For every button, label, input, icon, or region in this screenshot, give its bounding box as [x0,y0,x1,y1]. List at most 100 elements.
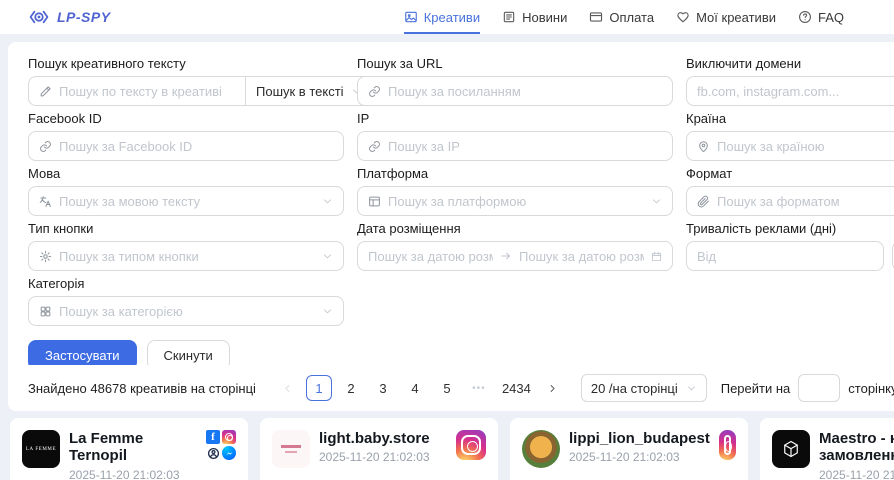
per-page-select[interactable]: 20 /на сторінці [581,374,707,402]
field-button-type: Тип кнопки [28,221,344,271]
creative-text-input[interactable] [59,84,235,99]
chevron-right-icon [547,383,558,394]
platform-select[interactable] [357,186,673,216]
country-inputwrap [686,131,894,161]
nav-label: Креативи [424,10,480,25]
field-exclude-domains: Виключити домени [686,56,894,106]
category-input[interactable] [59,304,315,319]
pagination-prev-button[interactable] [276,375,300,401]
avatar [772,430,810,468]
grid-icon [39,305,52,318]
main-nav: Креативи Новини Оплата Мої креативи FAQ [404,0,844,34]
nav-label: Мої креативи [696,10,776,25]
nav-item-faq[interactable]: FAQ [798,0,844,34]
platform-icon [368,195,381,208]
facebook-id-input[interactable] [59,139,333,154]
top-navbar: LP-SPY Креативи Новини Оплата Мої креати… [0,0,894,34]
brand-name: LP-SPY [57,9,111,25]
instagram-icon [222,430,236,444]
format-inputwrap [686,186,894,216]
language-input[interactable] [59,194,315,209]
per-page-value: 20 /на сторінці [591,381,678,396]
nav-label: Новини [522,10,567,25]
field-language: Мова [28,166,344,216]
nav-item-news[interactable]: Новини [502,0,567,34]
text-search-mode-select[interactable]: Пошук в тексті [245,76,373,106]
card-title: La Femme Ternopil [69,430,197,465]
url-input[interactable] [388,84,662,99]
pagination-page-4[interactable]: 4 [402,375,428,401]
country-label: Країна [686,111,894,126]
ip-inputwrap [357,131,673,161]
field-duration: Тривалість реклами (дні) [686,221,894,271]
exclude-domains-label: Виключити домени [686,56,894,71]
ip-label: IP [357,111,673,126]
pagination-last-page[interactable]: 2434 [498,375,535,401]
instagram-icon [456,430,486,460]
pagination-ellipsis[interactable]: ••• [466,375,492,401]
field-url: Пошук за URL [357,56,673,106]
audience-network-icon [206,446,220,460]
link-icon [368,85,381,98]
language-select[interactable] [28,186,344,216]
country-input[interactable] [717,139,894,154]
duration-from-input[interactable] [697,249,873,264]
card-date: 2025-11-20 21:02:03 [319,450,430,464]
url-label: Пошук за URL [357,56,673,71]
ip-input[interactable] [388,139,662,154]
language-label: Мова [28,166,344,181]
placement-date-to-input[interactable] [519,249,644,264]
nav-item-payment[interactable]: Оплата [589,0,654,34]
card-date: 2025-11-20 21:02:03 [69,468,197,480]
pagination-page-5[interactable]: 5 [434,375,460,401]
button-type-select[interactable] [28,241,344,271]
placement-date-rangepicker[interactable] [357,241,673,271]
chevron-down-icon [322,251,333,262]
field-placement-date: Дата розміщення [357,221,673,271]
brand-logo[interactable]: LP-SPY [28,6,111,28]
pagination-page-3[interactable]: 3 [370,375,396,401]
pagination-page-2[interactable]: 2 [338,375,364,401]
format-label: Формат [686,166,894,181]
pagination-page-1[interactable]: 1 [306,375,332,401]
avatar [272,430,310,468]
question-icon [798,10,812,24]
facebook-id-label: Facebook ID [28,111,344,126]
results-summary: Знайдено 48678 креативів на сторінці [28,381,256,396]
instagram-icon [719,430,736,460]
filter-panel: Пошук креативного тексту Пошук в тексті … [8,42,894,388]
placement-date-label: Дата розміщення [357,221,673,236]
chevron-down-icon [651,196,662,207]
goto-page-input[interactable] [798,374,840,402]
pagination-next-button[interactable] [541,375,565,401]
placement-date-from-input[interactable] [368,249,493,264]
format-input[interactable] [717,194,894,209]
cube-icon [781,439,801,459]
avatar-text: LA FEMME [26,447,56,452]
news-icon [502,10,516,24]
brand-eye-icon [28,6,50,28]
field-facebook-id: Facebook ID [28,111,344,161]
nav-item-creatives[interactable]: Креативи [404,0,480,34]
field-creative-text: Пошук креативного тексту Пошук в тексті [28,56,344,106]
credit-card-icon [589,10,603,24]
platform-input[interactable] [388,194,644,209]
text-search-mode-value: Пошук в тексті [256,84,344,99]
nav-label: FAQ [818,10,844,25]
creative-card: lippi_lion_budapest 2025-11-20 21:02:03 … [510,418,748,480]
translate-icon [39,195,52,208]
nav-label: Оплата [609,10,654,25]
button-type-label: Тип кнопки [28,221,344,236]
exclude-domains-input[interactable] [697,84,894,99]
button-type-input[interactable] [59,249,315,264]
category-select[interactable] [28,296,344,326]
duration-from-inputwrap [686,241,884,271]
chevron-down-icon [322,196,333,207]
card-socials: f [206,430,236,480]
heart-icon [676,10,690,24]
link-icon [39,140,52,153]
category-label: Категорія [28,276,344,291]
chevron-down-icon [322,306,333,317]
nav-item-my-creatives[interactable]: Мої креативи [676,0,776,34]
avatar [522,430,560,468]
